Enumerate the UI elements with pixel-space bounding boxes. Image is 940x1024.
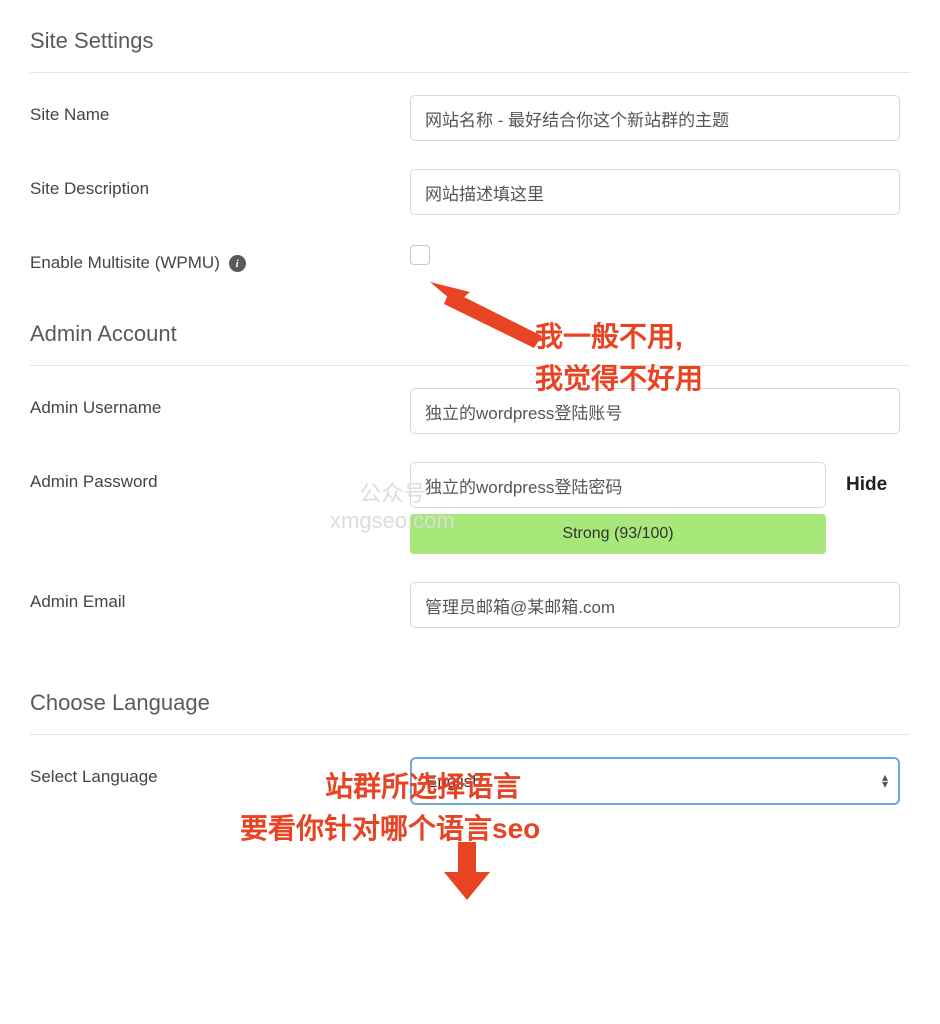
select-language[interactable]: English <box>410 757 900 805</box>
section-site-settings: Site Settings <box>30 20 910 54</box>
info-icon[interactable]: i <box>229 255 246 272</box>
row-select-language: Select Language English ▴▾ <box>30 757 910 805</box>
enable-multisite-text: Enable Multisite (WPMU) <box>30 253 220 272</box>
divider <box>30 72 910 73</box>
checkbox-enable-multisite[interactable] <box>410 245 430 265</box>
label-site-name: Site Name <box>30 95 410 125</box>
row-enable-multisite: Enable Multisite (WPMU) i <box>30 243 910 273</box>
row-site-name: Site Name <box>30 95 910 141</box>
divider <box>30 365 910 366</box>
row-admin-email: Admin Email <box>30 582 910 628</box>
label-site-description: Site Description <box>30 169 410 199</box>
input-site-name[interactable] <box>410 95 900 141</box>
section-admin-account: Admin Account <box>30 313 910 347</box>
row-admin-username: Admin Username <box>30 388 910 434</box>
input-admin-username[interactable] <box>410 388 900 434</box>
divider <box>30 734 910 735</box>
input-admin-password[interactable] <box>410 462 826 508</box>
label-select-language: Select Language <box>30 757 410 787</box>
password-strength-bar: Strong (93/100) <box>410 514 826 554</box>
row-admin-password: Admin Password Hide Strong (93/100) <box>30 462 910 554</box>
label-enable-multisite: Enable Multisite (WPMU) i <box>30 243 410 273</box>
label-admin-password: Admin Password <box>30 462 410 492</box>
input-admin-email[interactable] <box>410 582 900 628</box>
annotation-arrow-icon <box>438 842 498 906</box>
section-choose-language: Choose Language <box>30 682 910 716</box>
label-admin-email: Admin Email <box>30 582 410 612</box>
row-site-description: Site Description <box>30 169 910 215</box>
input-site-description[interactable] <box>410 169 900 215</box>
hide-password-button[interactable]: Hide <box>846 474 887 496</box>
label-admin-username: Admin Username <box>30 388 410 418</box>
